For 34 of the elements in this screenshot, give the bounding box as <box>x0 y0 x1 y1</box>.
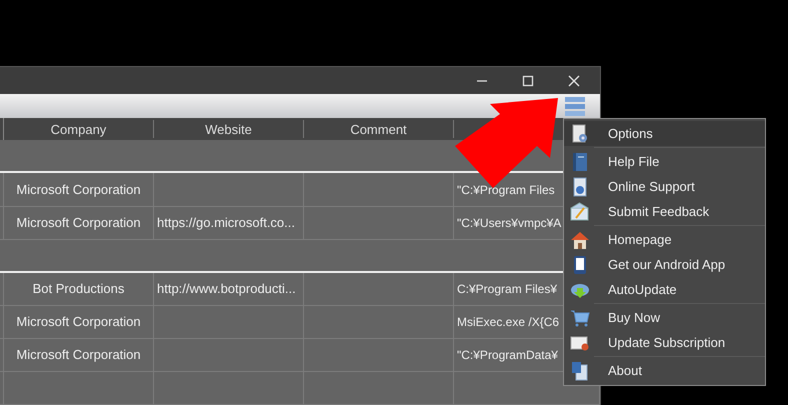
menu-item[interactable]: Submit Feedback <box>564 199 765 224</box>
table-cell-text: https://go.microsoft.co... <box>157 214 295 232</box>
close-icon[interactable] <box>568 74 580 87</box>
column-header[interactable]: Comment <box>350 120 407 140</box>
document-gear-icon <box>570 124 590 144</box>
menu-item[interactable]: Help File <box>564 149 765 174</box>
menu-item[interactable]: Update Subscription <box>564 330 765 355</box>
table-cell-text: http://www.botproducti... <box>157 280 296 298</box>
house-icon <box>570 230 590 250</box>
cart-icon <box>570 308 590 328</box>
menu-item[interactable]: About <box>564 358 765 383</box>
book-icon <box>570 152 590 172</box>
menu-item[interactable]: Homepage <box>564 227 765 252</box>
envelope-pencil-icon <box>570 202 590 222</box>
table-cell-text: Microsoft Corporation <box>16 313 141 332</box>
table-cell-text: Bot Productions <box>32 280 124 298</box>
table-cell-text: "C:¥Users¥vmpc¥A <box>457 214 562 232</box>
column-header[interactable]: Website <box>205 120 252 140</box>
table-cell-text: "C:¥ProgramData¥ <box>457 346 558 364</box>
table-cell-text: Microsoft Corporation <box>16 214 141 232</box>
menu-icon[interactable] <box>564 95 586 118</box>
maximize-icon[interactable] <box>522 74 534 87</box>
menu-item[interactable]: Options <box>564 121 765 146</box>
column-header[interactable]: Company <box>50 120 106 140</box>
table-cell-text: Microsoft Corporation <box>16 346 141 364</box>
table-cell-text: C:¥Program Files¥ <box>457 280 558 298</box>
menu-item[interactable]: Buy Now <box>564 305 765 330</box>
menu-item[interactable]: Online Support <box>564 174 765 199</box>
table-cell-text: Microsoft Corporation <box>16 180 141 199</box>
menu-item[interactable]: AutoUpdate <box>564 277 765 302</box>
table-cell-text: MsiExec.exe /X{C6 <box>457 314 560 331</box>
menu-item[interactable]: Get our Android App <box>564 252 765 277</box>
about-icon <box>570 360 590 380</box>
table-cell-text: "C:¥Program Files <box>457 182 555 198</box>
